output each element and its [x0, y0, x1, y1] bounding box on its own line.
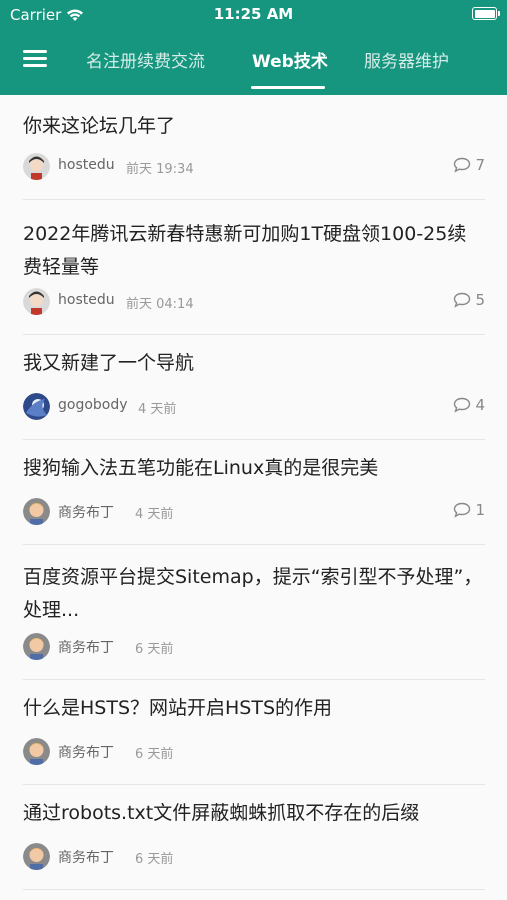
post-time: 4 天前 — [135, 507, 174, 522]
tab-web-tech[interactable]: Web技术 — [252, 47, 328, 72]
status-bar: Carrier 11:25 AM — [0, 0, 507, 30]
post-title[interactable]: 通过robots.txt文件屏蔽蜘蛛抓取不存在的后缀 — [23, 797, 485, 830]
category-tabs: 名注册续费交流 Web技术 服务器维护 — [0, 30, 507, 95]
reply-count-value: 1 — [475, 501, 485, 519]
post-author[interactable]: 商务布丁 — [58, 502, 114, 522]
comment-icon — [454, 292, 471, 308]
list-item[interactable]: 通过robots.txt文件屏蔽蜘蛛抓取不存在的后缀 商务布丁 6 天前 — [23, 785, 485, 890]
post-meta: hostedu 前天 04:14 5 — [23, 288, 485, 316]
post-author[interactable]: 商务布丁 — [58, 637, 114, 657]
post-title[interactable]: 你来这论坛几年了 — [23, 110, 485, 143]
list-item[interactable]: 什么是HSTS？网站开启HSTS的作用 商务布丁 6 天前 — [23, 680, 485, 785]
list-item[interactable]: 2022年腾讯云新春特惠新可加购1T硬盘领100-25续费轻量等 hostedu… — [23, 200, 485, 335]
post-author[interactable]: 商务布丁 — [58, 847, 114, 867]
reply-count-value: 4 — [475, 396, 485, 414]
post-title[interactable]: 我又新建了一个导航 — [23, 347, 485, 380]
reply-count-value: 5 — [475, 291, 485, 309]
post-author[interactable]: gogobody — [58, 397, 128, 413]
active-tab-indicator — [251, 86, 325, 89]
post-time: 6 天前 — [135, 642, 174, 657]
post-author[interactable]: 商务布丁 — [58, 742, 114, 762]
avatar[interactable] — [23, 393, 50, 420]
post-title[interactable]: 什么是HSTS？网站开启HSTS的作用 — [23, 692, 485, 725]
post-title[interactable]: 2022年腾讯云新春特惠新可加购1T硬盘领100-25续费轻量等 — [23, 218, 485, 284]
post-meta: 商务布丁 4 天前 1 — [23, 498, 485, 526]
list-item[interactable]: 搜狗输入法五笔功能在Linux真的是很完美 商务布丁 4 天前 1 — [23, 440, 485, 545]
post-author[interactable]: hostedu — [58, 157, 115, 173]
post-time: 6 天前 — [135, 852, 174, 867]
post-meta: 商务布丁 6 天前 — [23, 843, 485, 871]
post-time: 6 天前 — [135, 747, 174, 762]
post-title[interactable]: 百度资源平台提交Sitemap，提示“索引型不予处理”，处理... — [23, 561, 485, 627]
post-list: 你来这论坛几年了 hostedu 前天 19:34 7 2022年腾讯云新春特惠… — [0, 95, 507, 900]
post-meta: 商务布丁 6 天前 — [23, 738, 485, 766]
post-time: 4 天前 — [138, 402, 177, 417]
post-author[interactable]: hostedu — [58, 292, 115, 308]
comment-icon — [454, 502, 471, 518]
avatar[interactable] — [23, 738, 50, 765]
avatar[interactable] — [23, 498, 50, 525]
post-meta: gogobody 4 天前 4 — [23, 393, 485, 421]
battery-icon — [472, 7, 500, 20]
avatar[interactable] — [23, 153, 50, 180]
comment-icon — [454, 157, 471, 173]
post-time: 前天 19:34 — [126, 162, 194, 177]
tab-domain-register[interactable]: 名注册续费交流 — [86, 47, 205, 72]
post-meta: 商务布丁 6 天前 — [23, 633, 485, 661]
status-time: 11:25 AM — [213, 5, 294, 23]
reply-count: 1 — [453, 501, 485, 519]
app-header: Carrier 11:25 AM 名注册续费交流 Web技术 服务器维护 — [0, 0, 507, 95]
reply-count: 4 — [453, 396, 485, 414]
list-item[interactable]: 你来这论坛几年了 hostedu 前天 19:34 7 — [23, 95, 485, 200]
avatar[interactable] — [23, 633, 50, 660]
avatar[interactable] — [23, 288, 50, 315]
hamburger-menu-icon[interactable] — [23, 50, 47, 68]
list-item[interactable]: 我又新建了一个导航 gogobody 4 天前 4 — [23, 335, 485, 440]
tab-server-maintenance[interactable]: 服务器维护 — [364, 47, 449, 72]
comment-icon — [454, 397, 471, 413]
avatar[interactable] — [23, 843, 50, 870]
list-item[interactable]: 百度资源平台提交Sitemap，提示“索引型不予处理”，处理... 商务布丁 6… — [23, 545, 485, 680]
post-meta: hostedu 前天 19:34 7 — [23, 153, 485, 181]
reply-count-value: 7 — [475, 156, 485, 174]
reply-count: 5 — [453, 291, 485, 309]
post-title[interactable]: 搜狗输入法五笔功能在Linux真的是很完美 — [23, 452, 485, 485]
reply-count: 7 — [453, 156, 485, 174]
post-time: 前天 04:14 — [126, 297, 194, 312]
